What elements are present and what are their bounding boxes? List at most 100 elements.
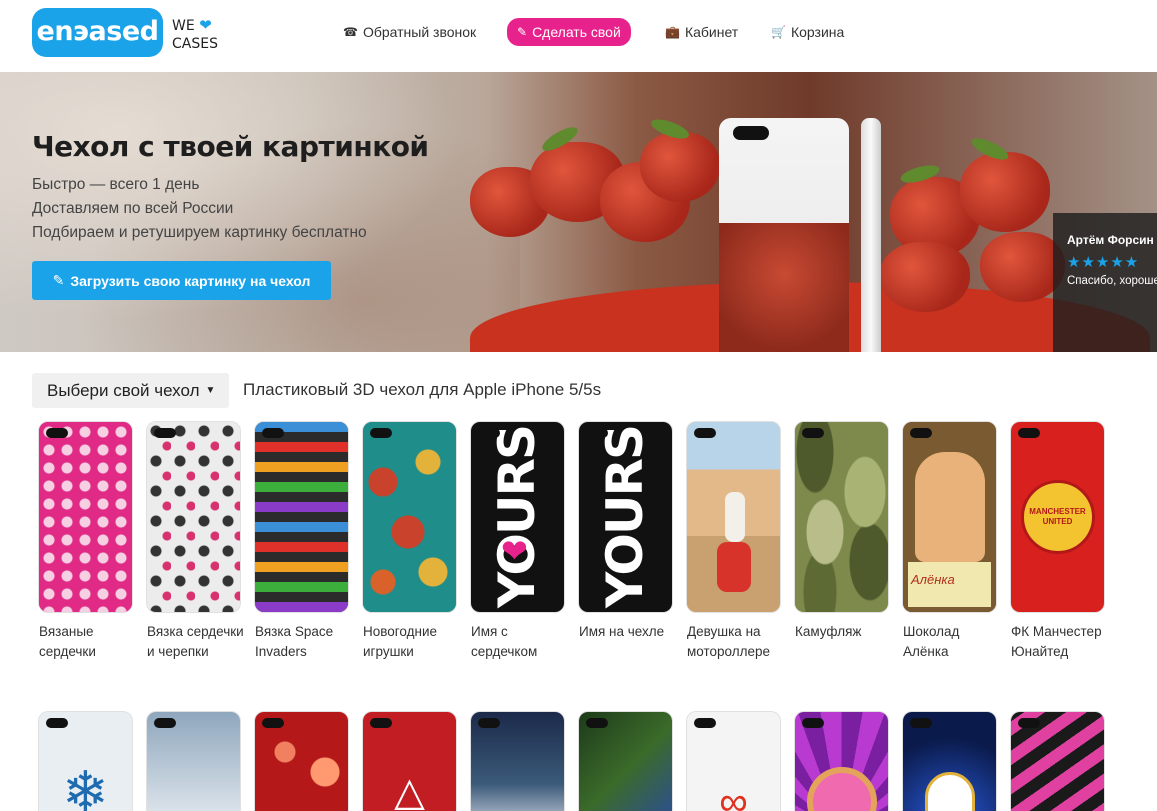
- product-card[interactable]: Вязаные сердечки: [39, 422, 132, 662]
- case-print-image: [719, 223, 849, 352]
- product-image[interactable]: [1011, 712, 1104, 811]
- camera-icon: [478, 718, 500, 728]
- product-image[interactable]: [903, 712, 996, 811]
- camera-icon: [154, 718, 176, 728]
- product-card[interactable]: MANCHESTER UNITED ФК Манчестер Юнайтед: [1011, 422, 1104, 662]
- camera-icon: [370, 718, 392, 728]
- product-card[interactable]: [1011, 712, 1104, 811]
- nav-cart[interactable]: 🛒 Корзина: [771, 18, 844, 46]
- product-image[interactable]: [255, 422, 348, 612]
- case-type-dropdown[interactable]: Выбери свой чехол ▼: [32, 373, 229, 408]
- product-image[interactable]: [579, 712, 672, 811]
- camera-icon: [1018, 718, 1040, 728]
- product-name[interactable]: Новогодние игрушки: [363, 622, 463, 662]
- product-card[interactable]: YOURS ❤ Имя с сердечком: [471, 422, 564, 662]
- case-art-text: MANCHESTER UNITED: [1029, 507, 1086, 526]
- product-image[interactable]: YOURS ❤: [471, 422, 564, 612]
- product-card[interactable]: Девушка на мотороллере: [687, 422, 780, 662]
- review-author: Артём Форсин: [1067, 233, 1154, 247]
- product-image[interactable]: [363, 422, 456, 612]
- product-name[interactable]: Шоколад Алёнка: [903, 622, 1003, 662]
- product-image[interactable]: [795, 422, 888, 612]
- product-card[interactable]: Вязка Space Invaders: [255, 422, 348, 662]
- product-image[interactable]: [147, 422, 240, 612]
- product-name[interactable]: Вязка сердечки и черепки: [147, 622, 247, 662]
- strawberry-image: [880, 242, 970, 312]
- product-image[interactable]: [255, 712, 348, 811]
- upload-image-button[interactable]: ✎ Загрузить свою картинку на чехол: [32, 261, 331, 300]
- caret-down-icon: ▼: [205, 385, 216, 396]
- camera-icon: [478, 428, 500, 438]
- product-card[interactable]: Камуфляж: [795, 422, 888, 642]
- product-image[interactable]: [147, 712, 240, 811]
- product-image[interactable]: ∞: [687, 712, 780, 811]
- logo[interactable]: enэased: [32, 8, 163, 57]
- product-name[interactable]: Девушка на мотороллере: [687, 622, 787, 662]
- product-image[interactable]: △: [363, 712, 456, 811]
- product-image[interactable]: MANCHESTER UNITED: [1011, 422, 1104, 612]
- product-card[interactable]: YOURS Имя на чехле: [579, 422, 672, 642]
- camera-icon: [802, 718, 824, 728]
- alenka-chocolate-image: Алёнка: [903, 422, 996, 612]
- camera-icon: [370, 428, 392, 438]
- product-name[interactable]: Вязка Space Invaders: [255, 622, 355, 662]
- heart-icon: ❤: [199, 16, 212, 34]
- camera-icon: [694, 718, 716, 728]
- product-card[interactable]: [255, 712, 348, 811]
- product-image[interactable]: [795, 712, 888, 811]
- product-image[interactable]: Алёнка: [903, 422, 996, 612]
- product-card[interactable]: ❄: [39, 712, 132, 811]
- camouflage-pattern-image: [795, 422, 888, 612]
- pencil-icon: ✎: [52, 272, 65, 288]
- product-name[interactable]: Вязаные сердечки: [39, 622, 139, 662]
- product-image[interactable]: YOURS: [579, 422, 672, 612]
- phone-icon: ☎: [343, 25, 358, 39]
- product-card[interactable]: [147, 712, 240, 811]
- product-name[interactable]: Имя с сердечком: [471, 622, 571, 662]
- hero-line-2: Доставляем по всей России: [32, 200, 234, 217]
- case-type-dropdown-label: Выбери свой чехол: [47, 380, 200, 400]
- camera-icon: [1018, 428, 1040, 438]
- product-name[interactable]: Камуфляж: [795, 622, 895, 642]
- product-card[interactable]: ∞: [687, 712, 780, 811]
- product-name[interactable]: Имя на чехле: [579, 622, 679, 642]
- product-image[interactable]: [39, 422, 132, 612]
- case-art-text: YOURS: [488, 425, 547, 609]
- product-image[interactable]: [687, 422, 780, 612]
- product-card[interactable]: Вязка сердечки и черепки: [147, 422, 244, 662]
- tagline-we: WE: [172, 18, 195, 34]
- case-art-text: YOURS: [596, 425, 655, 609]
- briefcase-icon: 💼: [665, 25, 680, 39]
- product-card[interactable]: △: [363, 712, 456, 811]
- camera-icon: [694, 428, 716, 438]
- product-card[interactable]: [471, 712, 564, 811]
- nav-cabinet-label: Кабинет: [684, 24, 739, 40]
- hearts-pattern-image: [39, 422, 132, 612]
- product-card[interactable]: [579, 712, 672, 811]
- product-card[interactable]: [903, 712, 996, 811]
- space-invaders-pattern-image: [255, 422, 348, 612]
- rating-stars-icon: ★★★★★: [1067, 254, 1140, 271]
- camera-icon: [586, 428, 608, 438]
- tagline-cases: CASES: [172, 36, 218, 52]
- product-card[interactable]: [795, 712, 888, 811]
- nav-callback[interactable]: ☎ Обратный звонок: [343, 18, 476, 46]
- product-image[interactable]: [471, 712, 564, 811]
- review-card[interactable]: Артём Форсин ★★★★★ Спасибо, хороше: [1053, 213, 1157, 352]
- upload-image-label: Загрузить свою картинку на чехол: [70, 272, 311, 289]
- camera-icon: [154, 428, 176, 438]
- hero-line-3: Подбираем и ретушируем картинку бесплатн…: [32, 224, 367, 241]
- nav-cabinet[interactable]: 💼 Кабинет: [665, 18, 738, 46]
- selected-model: Пластиковый 3D чехол для Apple iPhone 5/…: [243, 380, 602, 399]
- camera-icon: [46, 428, 68, 438]
- cart-icon: 🛒: [771, 25, 786, 39]
- phone-case-side-image: [861, 118, 881, 352]
- product-card[interactable]: Новогодние игрушки: [363, 422, 456, 662]
- product-image[interactable]: ❄: [39, 712, 132, 811]
- nav-callback-label: Обратный звонок: [362, 24, 477, 40]
- strawberry-image: [640, 132, 720, 202]
- product-name[interactable]: ФК Манчестер Юнайтед: [1011, 622, 1111, 662]
- product-card[interactable]: Алёнка Шоколад Алёнка: [903, 422, 996, 662]
- make-your-own-button[interactable]: ✎ Сделать свой: [507, 18, 631, 46]
- skulls-hearts-pattern-image: [147, 422, 240, 612]
